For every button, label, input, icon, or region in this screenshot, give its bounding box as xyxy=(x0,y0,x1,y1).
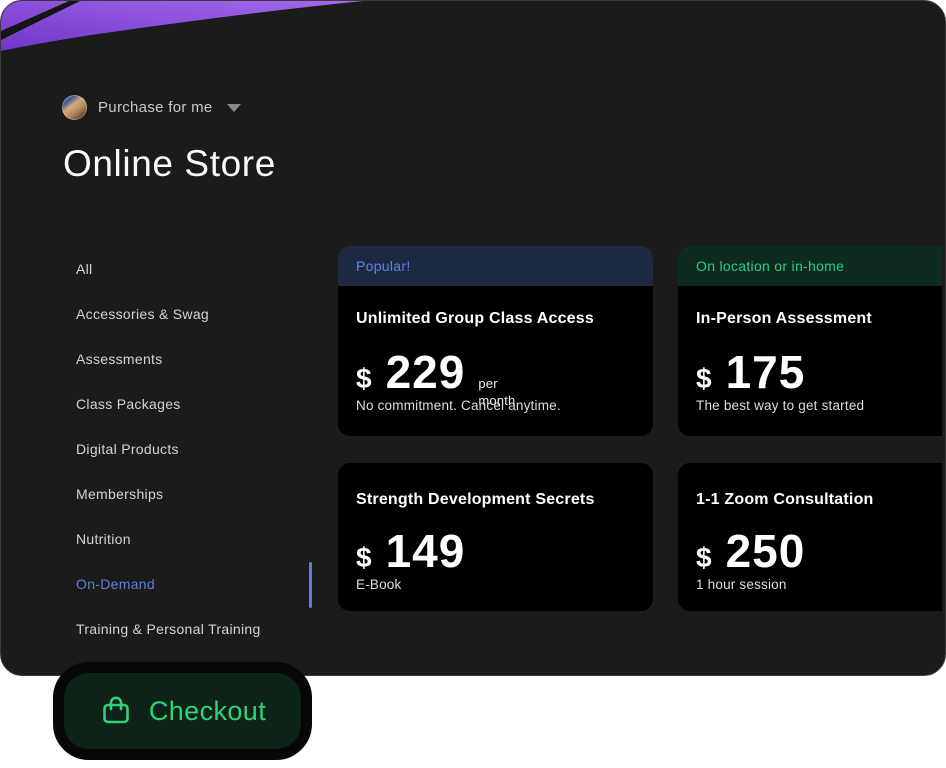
checkout-label: Checkout xyxy=(148,695,267,726)
sidebar-item-label: Digital Products xyxy=(76,440,179,457)
sidebar-item-nutrition[interactable]: Nutrition xyxy=(76,516,316,561)
product-name: Unlimited Group Class Access xyxy=(356,310,594,327)
sidebar-item-training-personal-training[interactable]: Training & Personal Training xyxy=(76,606,316,651)
sidebar-item-label: On-Demand xyxy=(76,575,155,592)
product-card-unlimited-group-class-access[interactable]: Popular! Unlimited Group Class Access $ … xyxy=(338,246,653,436)
sidebar-item-label: Class Packages xyxy=(76,395,181,412)
product-description: The best way to get started xyxy=(696,398,865,413)
billing-period-line1: per xyxy=(478,376,498,391)
active-category-indicator xyxy=(309,562,312,608)
product-card-in-person-assessment[interactable]: On location or in-home In-Person Assessm… xyxy=(678,246,942,436)
product-price: 250 xyxy=(725,525,806,577)
product-name: 1-1 Zoom Consultation xyxy=(696,491,874,508)
product-card-1-1-zoom-consultation[interactable]: 1-1 Zoom Consultation $ 250 1 hour sessi… xyxy=(678,463,942,611)
product-description: No commitment. Cancel anytime. xyxy=(356,398,561,413)
currency-symbol: $ xyxy=(696,363,712,394)
page-title: Online Store xyxy=(63,143,276,184)
sidebar-item-label: Memberships xyxy=(76,485,164,502)
sidebar-item-class-packages[interactable]: Class Packages xyxy=(76,381,316,426)
product-price-row: $ 175 xyxy=(696,349,805,395)
currency-symbol: $ xyxy=(356,542,372,573)
sidebar-item-assessments[interactable]: Assessments xyxy=(76,336,316,381)
product-name: In-Person Assessment xyxy=(696,310,872,327)
sidebar-item-accessories-swag[interactable]: Accessories & Swag xyxy=(76,291,316,336)
sidebar-item-digital-products[interactable]: Digital Products xyxy=(76,426,316,471)
sidebar-item-label: Assessments xyxy=(76,350,163,367)
product-price-row: $ 250 xyxy=(696,528,805,574)
product-grid: Popular! Unlimited Group Class Access $ … xyxy=(338,246,942,612)
sidebar-item-label: Accessories & Swag xyxy=(76,305,210,322)
sidebar-item-memberships[interactable]: Memberships xyxy=(76,471,316,516)
product-name: Strength Development Secrets xyxy=(356,491,595,508)
product-price: 175 xyxy=(725,346,806,398)
product-card-strength-development-secrets[interactable]: Strength Development Secrets $ 149 E-Boo… xyxy=(338,463,653,611)
purchase-for-label: Purchase for me xyxy=(98,99,213,116)
product-price: 229 xyxy=(385,346,466,398)
purple-banner-decoration xyxy=(1,1,363,51)
screenshot-stage: Purchase for me Online Store All Accesso… xyxy=(0,0,946,768)
currency-symbol: $ xyxy=(696,542,712,573)
sidebar-item-all[interactable]: All xyxy=(76,246,316,291)
purchase-for-selector[interactable]: Purchase for me xyxy=(62,95,241,120)
product-price: 149 xyxy=(385,525,466,577)
checkout-button[interactable]: Checkout xyxy=(53,662,312,760)
product-description: E-Book xyxy=(356,577,402,592)
product-price-row: $ 149 xyxy=(356,528,465,574)
sidebar-item-label: Nutrition xyxy=(76,530,131,547)
avatar xyxy=(62,95,87,120)
sidebar-item-label: All xyxy=(76,260,93,277)
popular-badge: Popular! xyxy=(338,246,653,286)
currency-symbol: $ xyxy=(356,363,372,394)
online-store-panel: Purchase for me Online Store All Accesso… xyxy=(0,0,946,676)
category-sidebar: All Accessories & Swag Assessments Class… xyxy=(76,246,316,651)
shopping-bag-icon xyxy=(103,696,129,724)
chevron-down-icon xyxy=(226,103,241,112)
sidebar-item-label: Training & Personal Training xyxy=(76,620,261,637)
sidebar-item-on-demand[interactable]: On-Demand xyxy=(76,561,316,606)
location-badge: On location or in-home xyxy=(678,246,942,286)
product-description: 1 hour session xyxy=(696,577,787,592)
